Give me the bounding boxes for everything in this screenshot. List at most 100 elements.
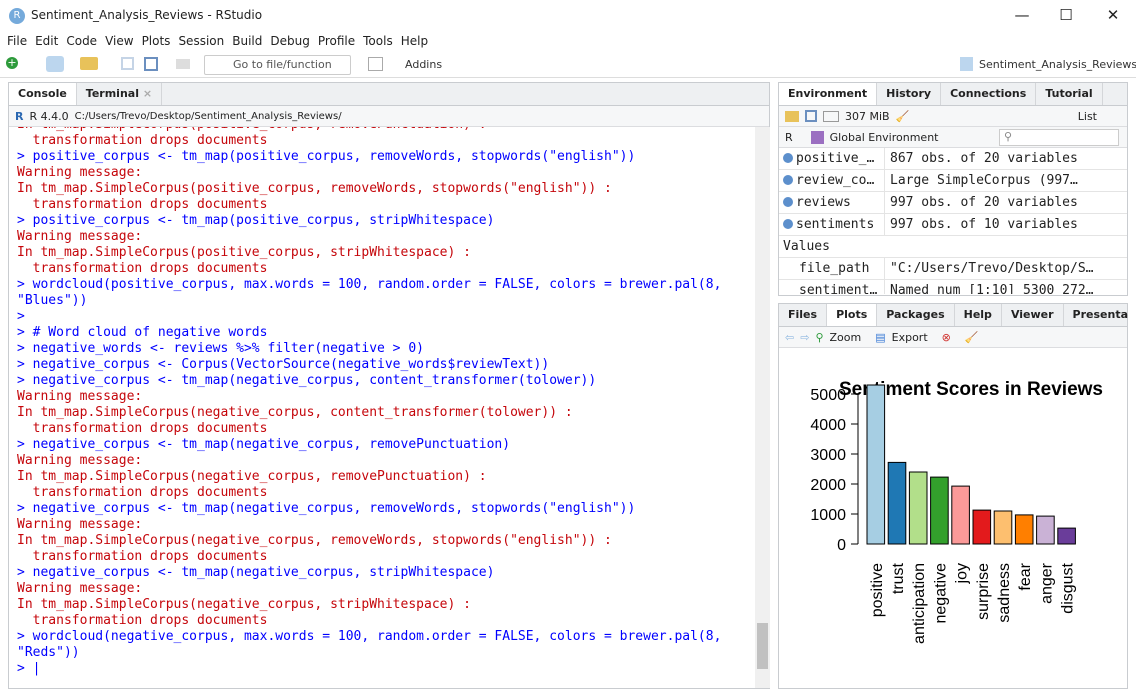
env-row[interactable]: reviews 997 obs. of 20 variables <box>779 192 1127 214</box>
export-icon[interactable]: ▤ <box>875 331 885 344</box>
window-title: Sentiment_Analysis_Reviews - RStudio <box>31 8 263 22</box>
view-mode-select[interactable]: List <box>1078 110 1097 123</box>
tab-files[interactable]: Files <box>779 304 828 326</box>
y-tick-label: 4000 <box>810 417 846 434</box>
menu-tools[interactable]: Tools <box>359 32 397 52</box>
forward-arrow-icon[interactable]: ⇨ <box>800 331 809 344</box>
console-line: > negative_corpus <- Corpus(VectorSource… <box>17 357 550 372</box>
tab-history[interactable]: History <box>877 83 942 105</box>
var-value: Large SimpleCorpus (997… <box>890 173 1078 188</box>
bar-disgust <box>1057 527 1076 545</box>
menu-view[interactable]: View <box>101 32 137 52</box>
language-select[interactable]: R <box>785 131 793 144</box>
console-scrollbar-thumb[interactable] <box>757 623 768 669</box>
broom-icon[interactable]: 🧹 <box>896 110 910 123</box>
bar-positive <box>866 384 886 545</box>
env-row[interactable]: review_co… Large SimpleCorpus (997… <box>779 170 1127 192</box>
tab-plots[interactable]: Plots <box>827 304 878 326</box>
project-menu[interactable]: Sentiment_Analysis_Reviews <box>979 58 1136 71</box>
expand-icon[interactable] <box>783 219 793 229</box>
console-line: Warning message: <box>17 581 143 596</box>
console-line: > | <box>17 661 41 676</box>
tab-tutorial[interactable]: Tutorial <box>1036 83 1103 105</box>
console-line: "Blues")) <box>17 293 88 308</box>
open-file-icon[interactable] <box>80 57 98 70</box>
console-line: transformation drops documents <box>17 613 268 628</box>
env-row[interactable]: file_path "C:/Users/Trevo/Desktop/S… <box>779 258 1127 280</box>
remove-plot-icon[interactable]: ⊗ <box>942 331 951 344</box>
console-line: In tm_map.SimpleCorpus(negative_corpus, … <box>17 533 612 548</box>
save-workspace-icon[interactable] <box>805 110 817 122</box>
bar-chart: Sentiment Scores in Reviews 010002000300… <box>810 379 1103 644</box>
menu-profile[interactable]: Profile <box>314 32 359 52</box>
tab-console[interactable]: Console <box>9 83 77 105</box>
pane-layout-icon[interactable] <box>368 57 383 71</box>
console-line: In tm_map.SimpleCorpus(positive_corpus, … <box>17 245 471 260</box>
tab-terminal[interactable]: Terminal × <box>77 83 163 105</box>
menu-build[interactable]: Build <box>228 32 266 52</box>
expand-icon[interactable] <box>783 153 793 163</box>
menu-debug[interactable]: Debug <box>266 32 313 52</box>
broom-icon[interactable]: 🧹 <box>965 331 979 344</box>
main-toolbar: + Go to file/function Addins Sentiment_A… <box>0 52 1136 78</box>
menu-help[interactable]: Help <box>397 32 432 52</box>
bar-anticipation <box>908 471 928 545</box>
back-arrow-icon[interactable]: ⇦ <box>785 331 794 344</box>
env-row[interactable]: sentiment… Named num [1:10] 5300 272… <box>779 280 1127 294</box>
save-icon[interactable] <box>121 57 134 70</box>
tab-presentation[interactable]: Presenta <box>1064 304 1136 326</box>
memory-usage[interactable]: 307 MiB <box>845 110 890 123</box>
new-file-icon[interactable]: + <box>6 57 18 69</box>
addins-menu[interactable]: Addins <box>405 58 442 71</box>
go-to-file-input[interactable]: Go to file/function <box>204 55 351 75</box>
console-line: Warning message: <box>17 165 143 180</box>
zoom-icon[interactable]: ⚲ <box>815 331 823 344</box>
menu-session[interactable]: Session <box>174 32 228 52</box>
console-line: In tm_map.SimpleCorpus(positive_corpus, … <box>17 181 612 196</box>
var-name: sentiments <box>796 217 875 232</box>
menu-file[interactable]: File <box>3 32 31 52</box>
tab-packages[interactable]: Packages <box>877 304 955 326</box>
load-workspace-icon[interactable] <box>785 110 799 122</box>
working-directory[interactable]: C:/Users/Trevo/Desktop/Sentiment_Analysi… <box>75 111 342 122</box>
maximize-button[interactable]: ☐ <box>1046 4 1086 26</box>
import-dataset-icon[interactable] <box>823 110 839 122</box>
var-value: "C:/Users/Trevo/Desktop/S… <box>890 261 1094 276</box>
environment-search-input[interactable]: ⚲ <box>999 128 1119 146</box>
y-tick-label: 5000 <box>810 387 846 404</box>
tab-viewer[interactable]: Viewer <box>1002 304 1064 326</box>
close-icon[interactable]: × <box>143 87 152 100</box>
console-line: > wordcloud(positive_corpus, max.words =… <box>17 277 722 292</box>
console-line: transformation drops documents <box>17 421 268 436</box>
console-line: > # Word cloud of negative words <box>17 325 268 340</box>
tab-connections[interactable]: Connections <box>941 83 1037 105</box>
x-tick-label: joy <box>954 563 971 584</box>
close-button[interactable]: ✕ <box>1093 4 1133 26</box>
rstudio-logo-icon: R <box>9 8 25 24</box>
values-header: Values <box>779 236 1127 258</box>
save-all-icon[interactable] <box>144 57 158 71</box>
print-icon[interactable] <box>176 59 190 69</box>
environment-toolbar: 307 MiB 🧹 List <box>779 106 1127 127</box>
menu-edit[interactable]: Edit <box>31 32 62 52</box>
menu-code[interactable]: Code <box>62 32 101 52</box>
expand-icon[interactable] <box>783 197 793 207</box>
export-menu[interactable]: Export <box>892 331 928 344</box>
console-output[interactable]: In tm_map.SimpleCorpus(positive_corpus, … <box>9 127 754 688</box>
var-value: 997 obs. of 20 variables <box>890 195 1078 210</box>
console-scrollbar[interactable] <box>755 127 770 688</box>
env-row[interactable]: sentiments 997 obs. of 10 variables <box>779 214 1127 236</box>
env-row[interactable]: positive_… 867 obs. of 20 variables <box>779 148 1127 170</box>
zoom-button[interactable]: Zoom <box>830 331 862 344</box>
x-tick-label: trust <box>890 562 907 594</box>
minimize-button[interactable]: — <box>1002 4 1042 26</box>
menu-plots[interactable]: Plots <box>138 32 175 52</box>
tab-environment[interactable]: Environment <box>779 83 878 105</box>
bar-anger <box>1036 515 1055 545</box>
tab-help[interactable]: Help <box>955 304 1002 326</box>
x-tick-label: negative <box>932 563 949 624</box>
new-project-icon[interactable] <box>46 56 64 72</box>
scope-select[interactable]: Global Environment <box>830 131 939 144</box>
bar-fear <box>1014 514 1034 545</box>
expand-icon[interactable] <box>783 175 793 185</box>
